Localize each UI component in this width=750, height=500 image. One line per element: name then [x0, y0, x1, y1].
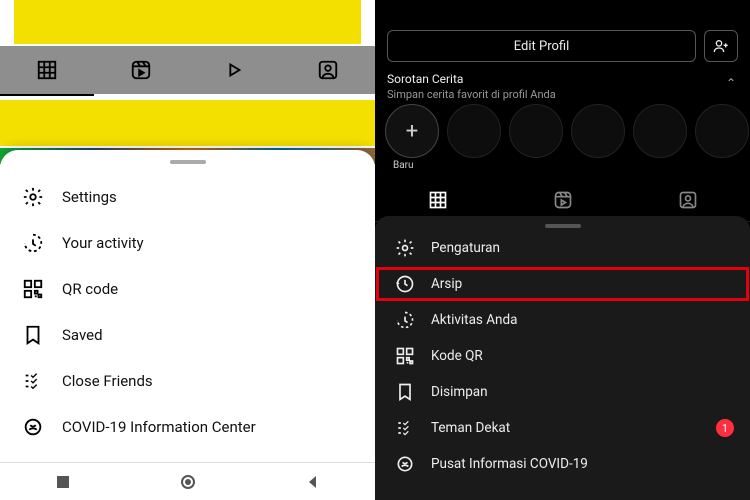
menu-item-settings[interactable]: Settings — [0, 174, 375, 220]
archive-icon — [395, 274, 415, 294]
highlights-title: Sorotan Cerita — [387, 72, 463, 86]
notification-badge: 1 — [716, 419, 734, 437]
highlight-new-label: Baru — [393, 160, 414, 171]
menu-item-covid[interactable]: COVID-19 Information Center — [0, 404, 375, 450]
highlight-placeholder — [695, 104, 749, 158]
highlight-placeholder — [447, 104, 501, 158]
menu-item-label: Aktivitas Anda — [431, 312, 517, 328]
qr-icon — [395, 346, 415, 366]
gear-icon — [22, 186, 44, 208]
profile-content-tabs — [0, 46, 375, 94]
menu-item-label: Teman Dekat — [431, 420, 510, 436]
menu-item-arsip[interactable]: Arsip — [375, 266, 750, 302]
menu-item-label: Pengaturan — [431, 240, 500, 256]
phone-right-dark: Edit Profil Sorotan Cerita Simpan cerita… — [375, 0, 750, 500]
tab-video[interactable] — [188, 46, 282, 94]
tab-reels[interactable] — [94, 46, 188, 94]
activity-icon — [22, 232, 44, 254]
sheet-grabber[interactable] — [545, 224, 581, 228]
menu-item-aktivitas[interactable]: Aktivitas Anda — [375, 302, 750, 338]
qr-icon — [22, 278, 44, 300]
discover-people-button[interactable] — [704, 30, 738, 62]
menu-item-label: Kode QR — [431, 348, 483, 364]
bottom-sheet-menu: Settings Your activity QR code Saved Close F… — [0, 150, 375, 500]
nav-back[interactable] — [305, 474, 321, 490]
tab-grid[interactable] — [375, 178, 500, 221]
close-friends-icon — [395, 418, 415, 438]
menu-item-label: Saved — [62, 326, 103, 344]
menu-item-covid[interactable]: Pusat Informasi COVID-19 — [375, 446, 750, 482]
tab-grid[interactable] — [0, 46, 94, 94]
add-person-icon — [713, 38, 729, 54]
covid-icon — [22, 416, 44, 438]
sheet-grabber[interactable] — [170, 160, 206, 164]
menu-item-label: Close Friends — [62, 372, 153, 390]
menu-item-teman[interactable]: Teman Dekat 1 — [375, 410, 750, 446]
covid-icon — [395, 454, 415, 474]
highlights-collapse-caret[interactable]: ⌃ — [726, 76, 736, 90]
highlights-subtitle: Simpan cerita favorit di profil Anda — [387, 88, 556, 101]
nav-home[interactable] — [180, 474, 196, 490]
menu-item-label: Disimpan — [431, 384, 488, 400]
highlight-new-button[interactable]: + — [385, 104, 439, 158]
menu-item-saved[interactable]: Saved — [0, 312, 375, 358]
menu-item-label: Your activity — [62, 234, 144, 252]
menu-item-kodeqr[interactable]: Kode QR — [375, 338, 750, 374]
menu-item-activity[interactable]: Your activity — [0, 220, 375, 266]
highlight-placeholder — [571, 104, 625, 158]
close-friends-icon — [22, 370, 44, 392]
tab-tagged[interactable] — [625, 178, 750, 221]
redaction-bar-top — [14, 0, 361, 44]
menu-item-label: COVID-19 Information Center — [62, 418, 256, 436]
highlights-row: + — [385, 104, 750, 166]
menu-item-qr[interactable]: QR code — [0, 266, 375, 312]
bookmark-icon — [22, 324, 44, 346]
edit-profile-button[interactable]: Edit Profil — [387, 30, 696, 62]
highlight-placeholder — [633, 104, 687, 158]
menu-item-disimpan[interactable]: Disimpan — [375, 374, 750, 410]
nav-recent[interactable] — [55, 474, 71, 490]
bottom-sheet-menu-dark: Pengaturan Arsip Aktivitas Anda Kode QR Disi… — [375, 216, 750, 500]
gear-icon — [395, 238, 415, 258]
bookmark-icon — [395, 382, 415, 402]
phone-left-light: Settings Your activity QR code Saved Close F… — [0, 0, 375, 500]
menu-item-label: QR code — [62, 280, 118, 298]
menu-item-label: Pusat Informasi COVID-19 — [431, 456, 588, 472]
menu-item-pengaturan[interactable]: Pengaturan — [375, 230, 750, 266]
active-tab-indicator — [0, 94, 94, 96]
android-nav-bar — [0, 462, 375, 500]
highlight-placeholder — [509, 104, 563, 158]
menu-item-label: Arsip — [431, 276, 462, 292]
activity-icon — [395, 310, 415, 330]
menu-item-close[interactable]: Close Friends — [0, 358, 375, 404]
tab-tagged[interactable] — [281, 46, 375, 94]
tab-reels[interactable] — [500, 178, 625, 221]
redaction-bar-2 — [0, 100, 375, 146]
menu-item-label: Settings — [62, 188, 117, 206]
